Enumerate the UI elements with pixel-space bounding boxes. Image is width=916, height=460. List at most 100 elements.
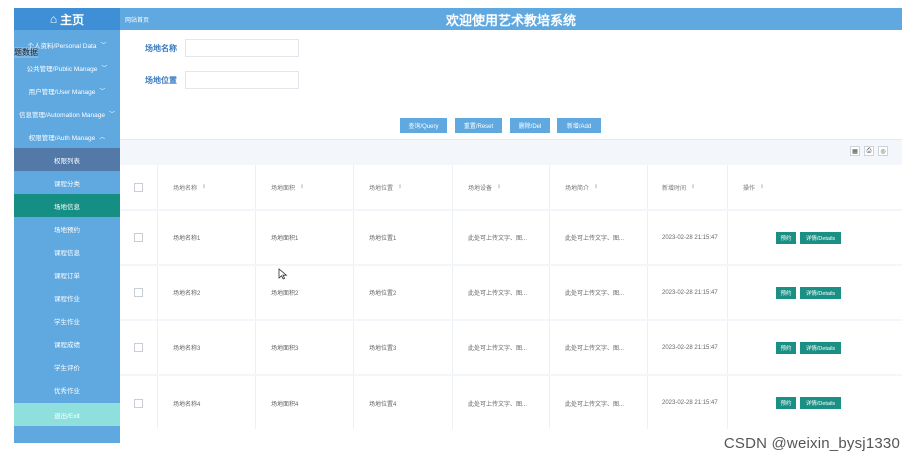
- sidebar-section-label: 用户管理/User Manage: [28, 88, 96, 96]
- column-header-actions[interactable]: 操作 ⇕: [728, 165, 902, 209]
- sidebar-section-public-manage[interactable]: 公共管理/Public Manage ﹀: [14, 56, 120, 79]
- row-actions: 预约 详情/Details: [776, 376, 841, 429]
- column-header-label: 操作: [743, 185, 756, 192]
- cell-venue-intro: 此处可上传文字、图...: [550, 211, 648, 264]
- watermark: CSDN @weixin_bysj1330: [723, 435, 900, 452]
- venue-name-input[interactable]: [185, 39, 299, 57]
- book-button[interactable]: 预约: [776, 341, 796, 354]
- row-actions: 预约 详情/Details: [776, 321, 841, 374]
- book-button[interactable]: 预约: [776, 397, 796, 409]
- cell-created-time: 2023-02-28 21:15:47: [648, 376, 728, 429]
- sidebar-item-course-homework[interactable]: 课程作业: [14, 286, 120, 309]
- row-select-cell: [120, 376, 158, 429]
- column-header-label: 场地名称: [173, 185, 198, 192]
- table-row: 场地名称2 场地面积2 场地位置2 此处可上传文字、图... 此处可上传文字、图…: [120, 266, 902, 319]
- cell-venue-intro: 此处可上传文字、图...: [550, 321, 648, 374]
- sidebar-item-student-review[interactable]: 学生评价: [14, 355, 120, 378]
- sort-icon: ⇕: [202, 184, 207, 190]
- cell-venue-name: 场地名称1: [158, 211, 256, 264]
- action-buttons: 查询/Query 重置/Reset 删除/Del 新增/Add: [0, 118, 916, 133]
- row-checkbox[interactable]: [134, 233, 143, 242]
- cell-venue-area: 场地面积2: [256, 266, 354, 319]
- sidebar-item-course-order[interactable]: 课程订单: [14, 263, 120, 286]
- cell-venue-intro: 此处可上传文字、图...: [550, 266, 648, 319]
- column-header-venue-name[interactable]: 场地名称 ⇕: [158, 165, 256, 209]
- sidebar-item-exit[interactable]: 退出/Exit: [14, 403, 120, 426]
- row-select-cell: [120, 211, 158, 264]
- sidebar-item-venue-booking[interactable]: 场地预约: [14, 217, 120, 240]
- column-toggle-icon[interactable]: ▦: [850, 146, 860, 156]
- chevron-down-icon: ﹀: [100, 43, 107, 49]
- sidebar-home[interactable]: ⌂ 主页: [14, 8, 120, 30]
- column-header-label: 场地设备: [468, 185, 493, 192]
- delete-button[interactable]: 删除/Del: [510, 118, 550, 133]
- cell-venue-equipment: 此处可上传文字、图...: [453, 321, 550, 374]
- cell-venue-location: 场地位置1: [354, 211, 453, 264]
- sort-icon: ⇕: [594, 184, 599, 190]
- table-tools: ▦ ⎙ ◎: [850, 146, 888, 156]
- book-button[interactable]: 预约: [776, 231, 796, 244]
- column-header-venue-equipment[interactable]: 场地设备 ⇕: [453, 165, 550, 209]
- row-checkbox[interactable]: [134, 343, 143, 352]
- cell-venue-area: 场地面积1: [256, 211, 354, 264]
- chevron-down-icon: ﹀: [108, 112, 115, 118]
- cell-created-time: 2023-02-28 21:15:47: [648, 211, 728, 264]
- mouse-cursor-icon: [278, 268, 288, 280]
- sidebar-item-student-homework[interactable]: 学生作业: [14, 309, 120, 332]
- sidebar-section-label: 公共管理/Public Manage: [26, 65, 98, 73]
- header-select-cell: [120, 165, 158, 209]
- row-actions: 预约 详情/Details: [776, 211, 841, 264]
- sidebar-item-course-grades[interactable]: 课程成绩: [14, 332, 120, 355]
- sort-icon: ⇕: [691, 184, 696, 190]
- sidebar-item-excellent-homework[interactable]: 优秀作业: [14, 378, 120, 401]
- sidebar-section-user-manage[interactable]: 用户管理/User Manage ﹀: [14, 79, 120, 102]
- sidebar-item-course-info[interactable]: 课程信息: [14, 240, 120, 263]
- sort-icon: ⇕: [760, 184, 765, 190]
- column-header-label: 场地面积: [271, 185, 296, 192]
- select-all-checkbox[interactable]: [134, 182, 143, 192]
- sidebar-section-label: 权限管理/Auth Manage: [28, 134, 96, 142]
- sidebar-item-venue-info[interactable]: 场地信息: [14, 194, 120, 217]
- chevron-up-icon: ︿: [99, 135, 106, 141]
- cell-venue-equipment: 此处可上传文字、图...: [453, 211, 550, 264]
- home-icon: ⌂: [49, 12, 58, 26]
- sort-icon: ⇕: [398, 184, 403, 190]
- sidebar-item-course-category[interactable]: 课程分类: [14, 171, 120, 194]
- overlay-label: 题数据: [14, 47, 38, 58]
- table-row: 场地名称1 场地面积1 场地位置1 此处可上传文字、图... 此处可上传文字、图…: [120, 211, 902, 264]
- cell-venue-equipment: 此处可上传文字、图...: [453, 376, 550, 429]
- sort-icon: ⇕: [300, 184, 305, 190]
- print-icon[interactable]: ⎙: [864, 146, 874, 156]
- cell-venue-name: 场地名称3: [158, 321, 256, 374]
- column-header-venue-area[interactable]: 场地面积 ⇕: [256, 165, 354, 209]
- sidebar-item-permission-list[interactable]: 权限列表: [14, 148, 120, 171]
- cell-venue-name: 场地名称2: [158, 266, 256, 319]
- column-header-created-time[interactable]: 新增时间 ⇕: [648, 165, 728, 209]
- reset-button[interactable]: 重置/Reset: [455, 118, 502, 133]
- table-row: 场地名称3 场地面积3 场地位置3 此处可上传文字、图... 此处可上传文字、图…: [120, 321, 902, 374]
- row-checkbox[interactable]: [134, 398, 143, 408]
- cell-created-time: 2023-02-28 21:15:47: [648, 321, 728, 374]
- row-checkbox[interactable]: [134, 288, 143, 297]
- add-button[interactable]: 新增/Add: [557, 118, 601, 133]
- details-button[interactable]: 详情/Details: [800, 397, 841, 409]
- sidebar-title: 主页: [60, 12, 85, 27]
- details-button[interactable]: 详情/Details: [800, 286, 841, 299]
- column-header-venue-location[interactable]: 场地位置 ⇕: [354, 165, 453, 209]
- venue-location-label: 场地位置: [145, 76, 177, 85]
- column-header-label: 新增时间: [662, 185, 687, 192]
- page-title: 欢迎使用艺术教培系统: [445, 13, 576, 28]
- column-header-label: 场地简介: [565, 185, 590, 192]
- venue-location-input[interactable]: [185, 71, 299, 89]
- column-header-venue-intro[interactable]: 场地简介 ⇕: [550, 165, 648, 209]
- cell-created-time: 2023-02-28 21:15:47: [648, 266, 728, 319]
- table-header-row: 场地名称 ⇕ 场地面积 ⇕ 场地位置 ⇕ 场地设备 ⇕ 场地简介 ⇕ 新增时间 ⇕ 操作 ⇕: [120, 165, 902, 209]
- cell-venue-name: 场地名称4: [158, 376, 256, 429]
- details-button[interactable]: 详情/Details: [800, 341, 841, 354]
- details-button[interactable]: 详情/Details: [800, 231, 841, 244]
- export-icon[interactable]: ◎: [878, 146, 888, 156]
- sidebar: ⌂ 主页 个人资料/Personal Data ﹀ 公共管理/Public Ma…: [14, 8, 120, 443]
- query-button[interactable]: 查询/Query: [400, 118, 447, 133]
- chevron-down-icon: ﹀: [99, 89, 106, 95]
- book-button[interactable]: 预约: [776, 286, 796, 299]
